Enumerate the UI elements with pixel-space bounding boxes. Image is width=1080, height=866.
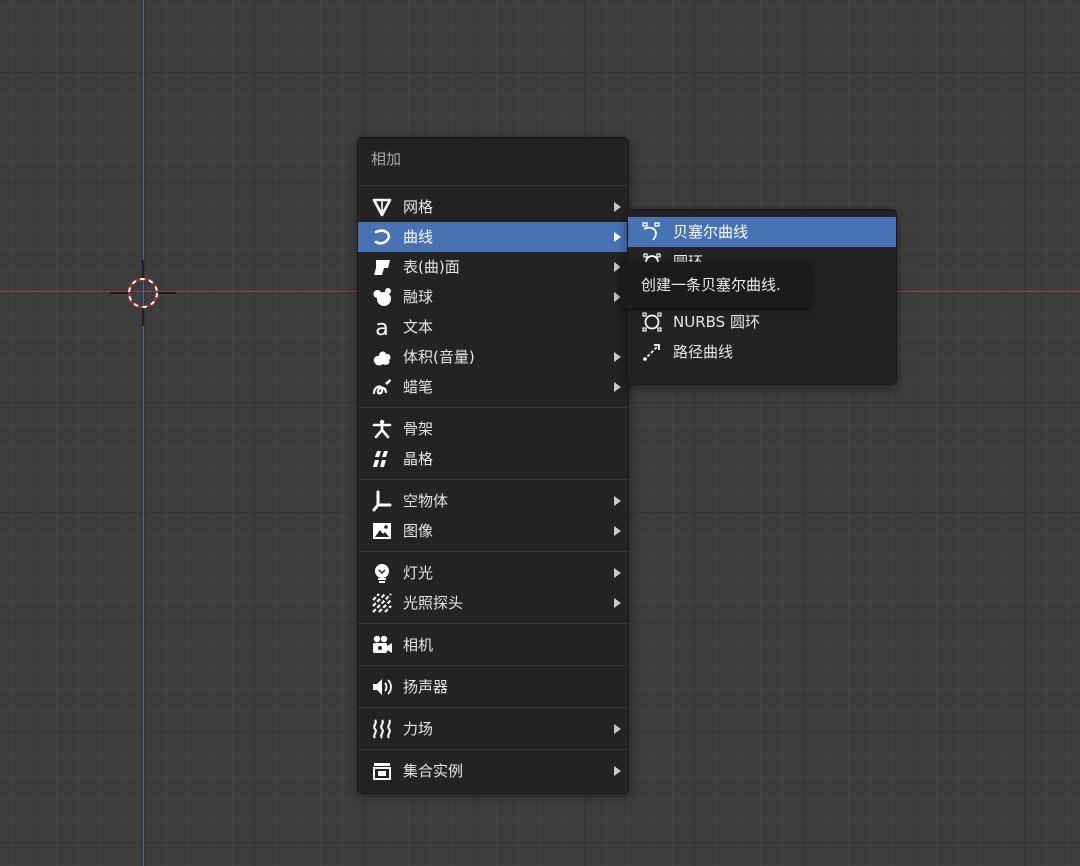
menu-item-label: 力场 bbox=[403, 720, 434, 738]
menu-item-path-curve[interactable]: 路径曲线 bbox=[628, 337, 896, 367]
menu-item-grease-pencil[interactable]: 蜡笔 bbox=[358, 372, 628, 402]
menu-item-volume[interactable]: 体积(音量) bbox=[358, 342, 628, 372]
menu-item-curve[interactable]: 曲线 bbox=[358, 222, 628, 252]
grease-pencil-icon bbox=[370, 375, 394, 399]
menu-item-label: 融球 bbox=[403, 288, 434, 306]
menu-item-label: 集合实例 bbox=[403, 762, 464, 780]
menu-item-label: 晶格 bbox=[403, 450, 434, 468]
mesh-icon bbox=[370, 195, 394, 219]
light-icon bbox=[370, 561, 394, 585]
menu-item-label: 相机 bbox=[403, 636, 434, 654]
menu-separator bbox=[358, 623, 628, 624]
menu-separator bbox=[358, 479, 628, 480]
path-curve-icon bbox=[640, 340, 664, 364]
submenu-arrow-icon bbox=[614, 568, 621, 578]
submenu-arrow-icon bbox=[614, 598, 621, 608]
speaker-icon bbox=[370, 675, 394, 699]
menu-title: 相加 bbox=[371, 150, 402, 168]
submenu-arrow-icon bbox=[614, 496, 621, 506]
add-menu-list: 网格曲线表(曲)面融球 a 文本体积(音量) 蜡笔骨架晶格空物体图像灯光光照探头相机扬… bbox=[358, 185, 628, 786]
light-probe-icon bbox=[370, 591, 394, 615]
menu-item-label: 文本 bbox=[403, 318, 434, 336]
menu-item-metaball[interactable]: 融球 bbox=[358, 282, 628, 312]
collection-instance-icon bbox=[370, 759, 394, 783]
tooltip: 创建一条贝塞尔曲线. bbox=[620, 262, 812, 308]
svg-text:a: a bbox=[375, 316, 388, 338]
lattice-icon bbox=[370, 447, 394, 471]
image-icon bbox=[370, 519, 394, 543]
menu-item-bezier-curve[interactable]: 贝塞尔曲线 bbox=[628, 217, 896, 247]
menu-item-collection-instance[interactable]: 集合实例 bbox=[358, 756, 628, 786]
menu-separator bbox=[358, 185, 628, 186]
metaball-icon bbox=[370, 285, 394, 309]
empty-icon bbox=[370, 489, 394, 513]
menu-separator bbox=[358, 551, 628, 552]
submenu-arrow-icon bbox=[614, 526, 621, 536]
menu-item-camera[interactable]: 相机 bbox=[358, 630, 628, 660]
menu-separator bbox=[358, 665, 628, 666]
curve-icon bbox=[370, 225, 394, 249]
menu-item-label: 路径曲线 bbox=[673, 343, 734, 361]
menu-item-force-field[interactable]: 力场 bbox=[358, 714, 628, 744]
menu-item-label: 光照探头 bbox=[403, 594, 464, 612]
bezier-curve-icon bbox=[640, 220, 664, 244]
menu-item-empty[interactable]: 空物体 bbox=[358, 486, 628, 516]
armature-icon bbox=[370, 417, 394, 441]
menu-item-label: 空物体 bbox=[403, 492, 449, 510]
submenu-arrow-icon bbox=[614, 352, 621, 362]
menu-item-label: 图像 bbox=[403, 522, 434, 540]
menu-item-speaker[interactable]: 扬声器 bbox=[358, 672, 628, 702]
menu-item-nurbs-circle[interactable]: NURBS 圆环 bbox=[628, 307, 896, 337]
text-icon: a bbox=[370, 315, 394, 339]
submenu-arrow-icon bbox=[614, 382, 621, 392]
menu-item-label: 蜡笔 bbox=[403, 378, 434, 396]
menu-item-armature[interactable]: 骨架 bbox=[358, 414, 628, 444]
camera-icon bbox=[370, 633, 394, 657]
menu-item-label: 体积(音量) bbox=[403, 348, 475, 366]
menu-item-label: 表(曲)面 bbox=[403, 258, 460, 276]
3d-cursor-icon[interactable] bbox=[110, 260, 176, 326]
submenu-arrow-icon bbox=[614, 202, 621, 212]
y-axis-line bbox=[143, 0, 144, 866]
menu-item-label: 骨架 bbox=[403, 420, 434, 438]
submenu-arrow-icon bbox=[614, 724, 621, 734]
volume-icon bbox=[370, 345, 394, 369]
menu-item-light-probe[interactable]: 光照探头 bbox=[358, 588, 628, 618]
submenu-arrow-icon bbox=[614, 766, 621, 776]
submenu-arrow-icon bbox=[614, 232, 621, 242]
menu-item-label: 曲线 bbox=[403, 228, 434, 246]
menu-item-text[interactable]: a 文本 bbox=[358, 312, 628, 342]
surface-icon bbox=[370, 255, 394, 279]
menu-item-label: 网格 bbox=[403, 198, 434, 216]
menu-item-mesh[interactable]: 网格 bbox=[358, 192, 628, 222]
menu-item-image[interactable]: 图像 bbox=[358, 516, 628, 546]
menu-item-label: NURBS 圆环 bbox=[673, 313, 760, 331]
menu-separator bbox=[358, 707, 628, 708]
menu-item-light[interactable]: 灯光 bbox=[358, 558, 628, 588]
menu-separator bbox=[358, 749, 628, 750]
menu-item-label: 贝塞尔曲线 bbox=[673, 223, 749, 241]
menu-separator bbox=[358, 407, 628, 408]
menu-item-label: 扬声器 bbox=[403, 678, 449, 696]
nurbs-circle-icon bbox=[640, 310, 664, 334]
force-field-icon bbox=[370, 717, 394, 741]
add-menu: 相加 网格曲线表(曲)面融球 a 文本体积(音量) 蜡笔骨架晶格空物体图像灯光光照探头… bbox=[357, 137, 629, 794]
menu-item-surface[interactable]: 表(曲)面 bbox=[358, 252, 628, 282]
menu-item-lattice[interactable]: 晶格 bbox=[358, 444, 628, 474]
menu-item-label: 灯光 bbox=[403, 564, 434, 582]
